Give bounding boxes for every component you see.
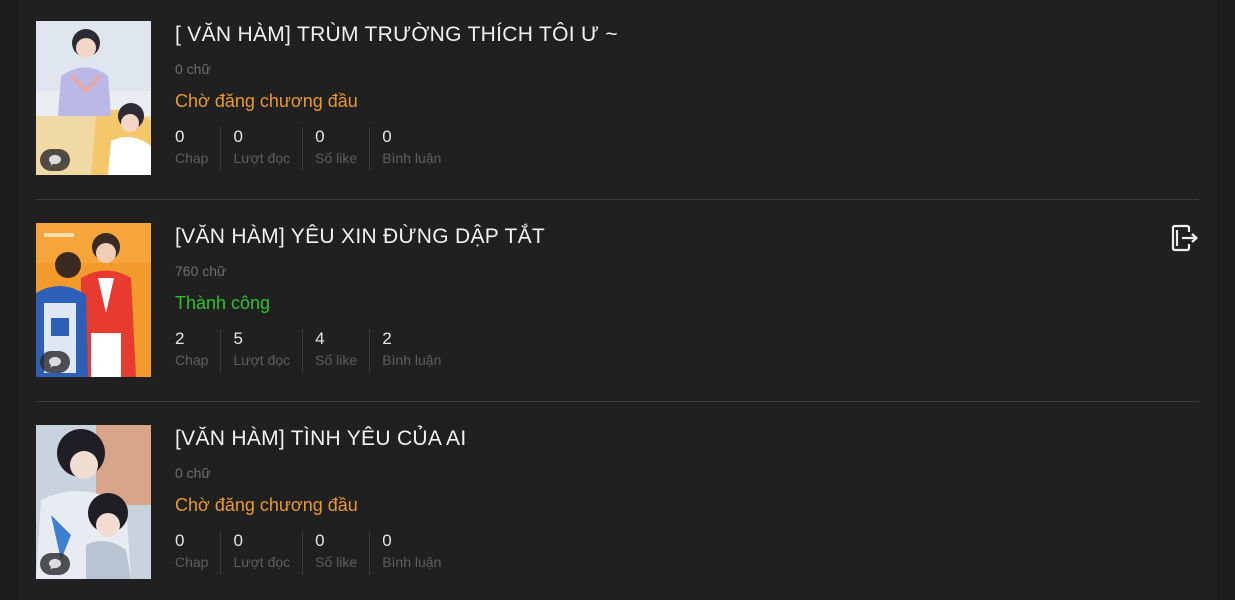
story-list-panel: [ VĂN HÀM] TRÙM TRƯỜNG THÍCH TÔI Ư ~ 0 c… xyxy=(18,0,1217,600)
publish-status: Thành công xyxy=(175,293,271,313)
stat-reads: 0 Lượt đọc xyxy=(220,127,302,171)
story-item: [ VĂN HÀM] TRÙM TRƯỜNG THÍCH TÔI Ư ~ 0 c… xyxy=(36,21,1199,175)
stat-label: Số like xyxy=(315,150,358,166)
stat-value: 0 xyxy=(315,531,325,550)
divider xyxy=(36,199,1199,200)
comment-icon xyxy=(40,149,70,171)
story-title[interactable]: [ VĂN HÀM] TRÙM TRƯỜNG THÍCH TÔI Ư ~ xyxy=(175,23,618,47)
story-stats: 0 Chap 0 Lượt đọc 0 Số like 0 Bình luận xyxy=(175,127,453,171)
stat-value: 2 xyxy=(382,329,392,348)
stat-chap: 0 Chap xyxy=(175,127,220,171)
story-cover-image[interactable] xyxy=(36,425,151,579)
story-stats: 0 Chap 0 Lượt đọc 0 Số like 0 Bình luận xyxy=(175,531,453,575)
stat-label: Bình luận xyxy=(382,352,442,368)
comment-icon xyxy=(40,553,70,575)
stat-label: Bình luận xyxy=(382,150,442,166)
stat-label: Bình luận xyxy=(382,554,442,570)
story-cover-image[interactable] xyxy=(36,21,151,175)
story-title[interactable]: [VĂN HÀM] YÊU XIN ĐỪNG DẬP TẮT xyxy=(175,225,545,249)
publish-status: Chờ đăng chương đầu xyxy=(175,91,358,111)
stat-comments: 2 Bình luận xyxy=(369,329,453,373)
stat-likes: 0 Số like xyxy=(302,531,369,575)
divider xyxy=(36,401,1199,402)
stat-comments: 0 Bình luận xyxy=(369,531,453,575)
comment-icon xyxy=(40,351,70,373)
word-count: 0 chữ xyxy=(175,465,211,481)
stat-label: Lượt đọc xyxy=(233,352,291,368)
stat-label: Số like xyxy=(315,352,358,368)
stat-value: 0 xyxy=(382,531,392,550)
stat-value: 5 xyxy=(233,329,243,348)
stat-value: 2 xyxy=(175,329,185,348)
word-count: 0 chữ xyxy=(175,61,211,77)
story-stats: 2 Chap 5 Lượt đọc 4 Số like 2 Bình luận xyxy=(175,329,453,373)
story-item: [VĂN HÀM] TÌNH YÊU CỦA AI 0 chữ Chờ đăng… xyxy=(36,425,1199,579)
stat-likes: 0 Số like xyxy=(302,127,369,171)
stat-value: 0 xyxy=(175,127,185,146)
stat-reads: 0 Lượt đọc xyxy=(220,531,302,575)
stat-value: 0 xyxy=(175,531,185,550)
stat-reads: 5 Lượt đọc xyxy=(220,329,302,373)
stat-label: Chap xyxy=(175,352,209,368)
word-count: 760 chữ xyxy=(175,263,227,279)
story-item: [VĂN HÀM] YÊU XIN ĐỪNG DẬP TẮT 760 chữ T… xyxy=(36,223,1199,377)
stat-label: Chap xyxy=(175,554,209,570)
stat-value: 0 xyxy=(382,127,392,146)
stat-likes: 4 Số like xyxy=(302,329,369,373)
stat-label: Lượt đọc xyxy=(233,150,291,166)
stat-comments: 0 Bình luận xyxy=(369,127,453,171)
stat-value: 0 xyxy=(315,127,325,146)
stat-value: 0 xyxy=(233,127,243,146)
story-cover-image[interactable] xyxy=(36,223,151,377)
stat-value: 0 xyxy=(233,531,243,550)
stat-chap: 2 Chap xyxy=(175,329,220,373)
export-icon[interactable] xyxy=(1171,223,1199,253)
stat-label: Chap xyxy=(175,150,209,166)
stat-label: Số like xyxy=(315,554,358,570)
stat-chap: 0 Chap xyxy=(175,531,220,575)
stat-value: 4 xyxy=(315,329,325,348)
publish-status: Chờ đăng chương đầu xyxy=(175,495,358,515)
stat-label: Lượt đọc xyxy=(233,554,291,570)
story-title[interactable]: [VĂN HÀM] TÌNH YÊU CỦA AI xyxy=(175,427,466,451)
